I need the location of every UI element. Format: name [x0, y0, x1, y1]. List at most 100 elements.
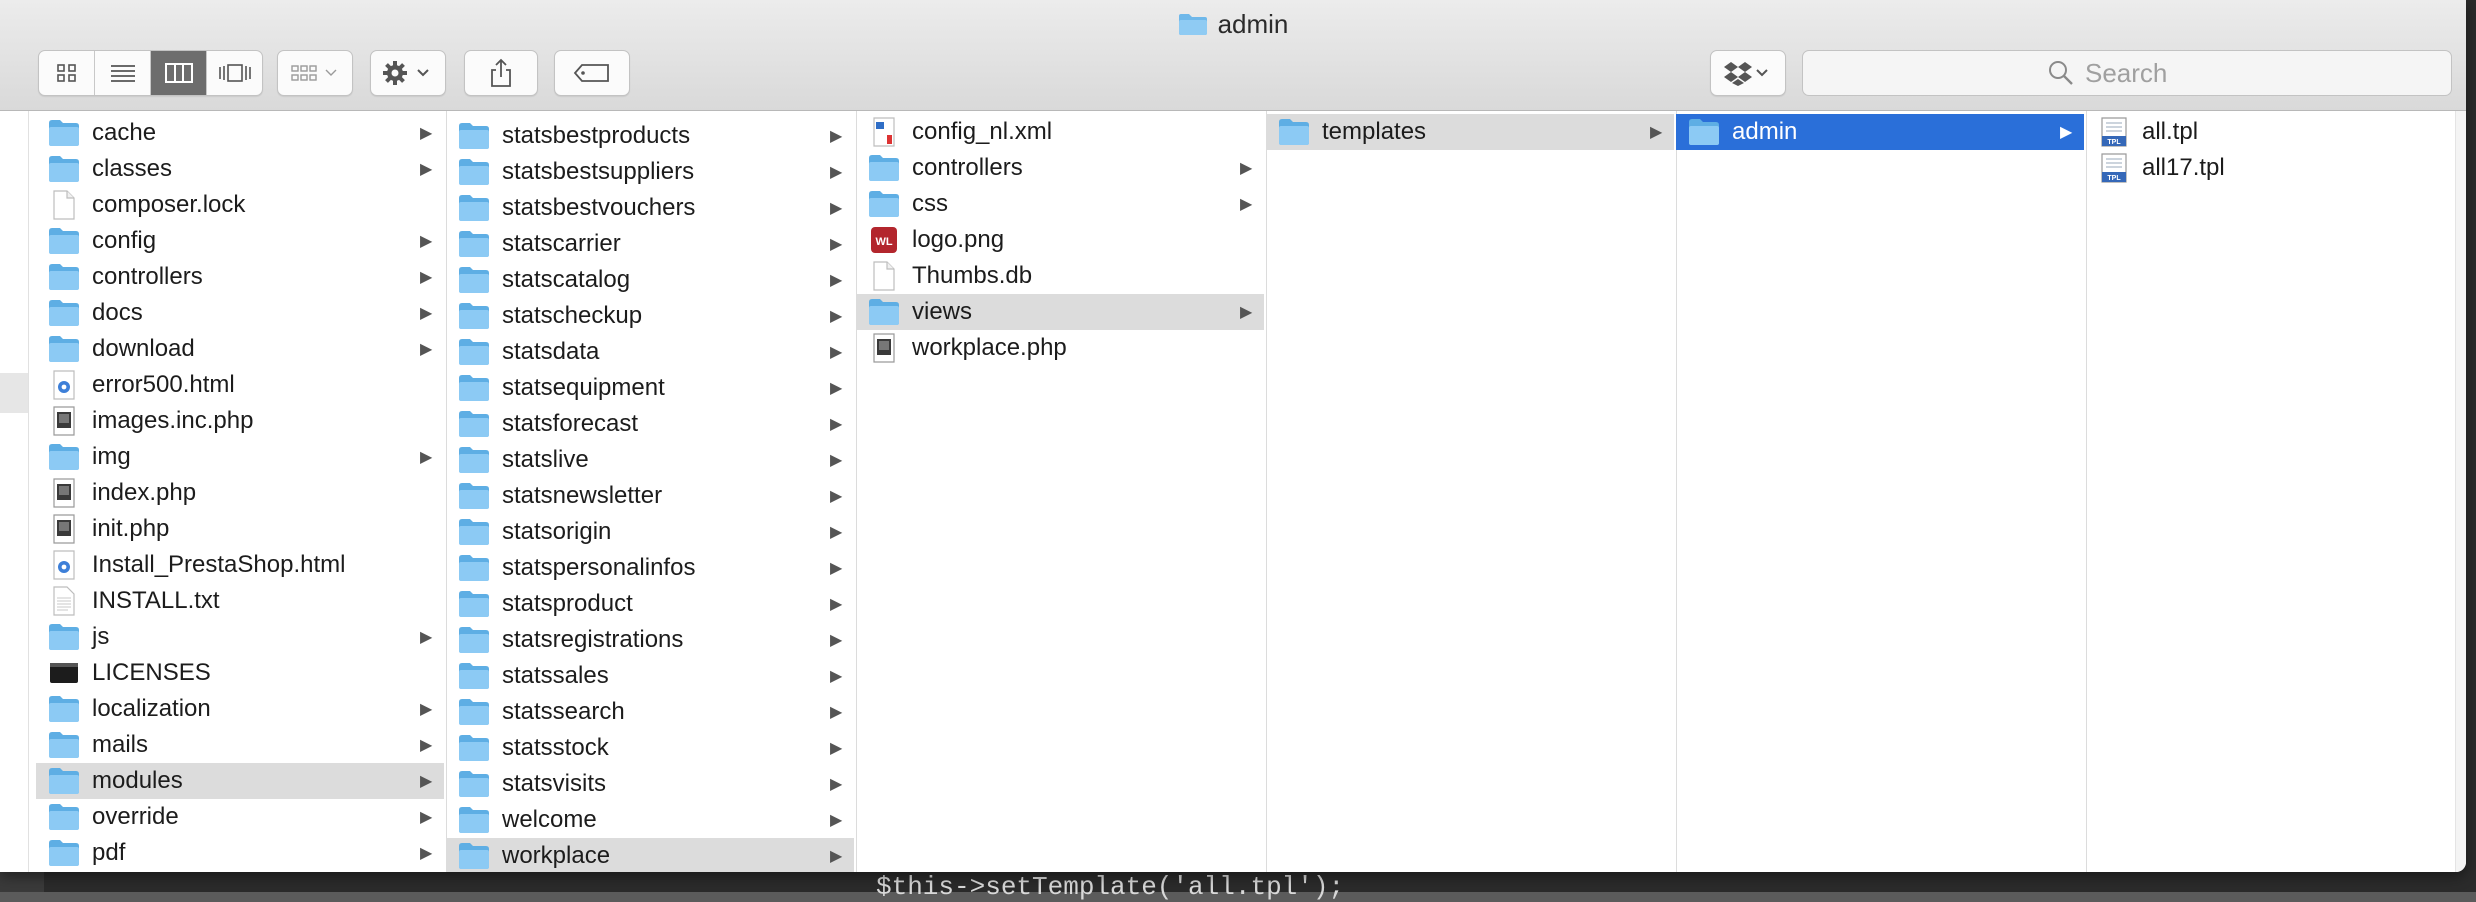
file-item-statsforecast[interactable]: statsforecast ▶	[446, 406, 854, 442]
file-item-localization[interactable]: localization ▶	[36, 691, 444, 727]
file-item-label: LICENSES	[92, 659, 211, 686]
file-item-statsbestsuppliers[interactable]: statsbestsuppliers ▶	[446, 154, 854, 190]
file-item-label: error500.html	[92, 371, 235, 398]
disclosure-arrow-icon: ▶	[2060, 124, 2073, 141]
file-item-error500-html[interactable]: error500.html	[36, 367, 444, 403]
file-item-label: classes	[92, 155, 173, 182]
file-item-controllers[interactable]: controllers ▶	[36, 259, 444, 295]
file-item-statsdata[interactable]: statsdata ▶	[446, 334, 854, 370]
file-item-label: pdf	[92, 839, 126, 866]
group-by-button[interactable]	[277, 50, 353, 96]
file-item-label: statsdata	[502, 338, 600, 365]
folder-icon	[48, 694, 80, 724]
browser-column-3[interactable]: config_nl.xml controllers ▶ css ▶ logo.png Thu…	[856, 111, 1267, 872]
folder-icon	[458, 661, 490, 691]
tpl-file-icon	[2098, 117, 2130, 147]
file-item-templates[interactable]: templates ▶	[1266, 114, 1674, 150]
file-item-cache[interactable]: cache ▶	[36, 115, 444, 151]
file-item-all17-tpl[interactable]: all17.tpl	[2086, 150, 2454, 186]
disclosure-arrow-icon: ▶	[420, 125, 433, 142]
file-item-statssales[interactable]: statssales ▶	[446, 658, 854, 694]
file-item-statsorigin[interactable]: statsorigin ▶	[446, 514, 854, 550]
file-item-statsregistrations[interactable]: statsregistrations ▶	[446, 622, 854, 658]
cover-flow-button[interactable]	[207, 51, 262, 95]
search-field[interactable]	[1802, 50, 2452, 96]
file-item-composer-lock[interactable]: composer.lock	[36, 187, 444, 223]
file-item-mails[interactable]: mails ▶	[36, 727, 444, 763]
share-button[interactable]	[464, 50, 538, 96]
file-item-statscheckup[interactable]: statscheckup ▶	[446, 298, 854, 334]
scroll-strip-marker	[0, 373, 28, 413]
file-item-label: INSTALL.txt	[92, 587, 220, 614]
disclosure-arrow-icon: ▶	[830, 272, 843, 289]
html-file-icon	[48, 370, 80, 400]
file-item-statssearch[interactable]: statssearch ▶	[446, 694, 854, 730]
file-item-statsvisits[interactable]: statsvisits ▶	[446, 766, 854, 802]
file-item-css[interactable]: css ▶	[856, 186, 1264, 222]
dropbox-button[interactable]	[1710, 50, 1786, 96]
file-item-label: cache	[92, 119, 157, 146]
icon-view-button[interactable]	[39, 51, 95, 95]
file-item-label: localization	[92, 695, 211, 722]
list-view-button[interactable]	[95, 51, 151, 95]
folder-icon	[458, 193, 490, 223]
file-item-statslive[interactable]: statslive ▶	[446, 442, 854, 478]
file-item-classes[interactable]: classes ▶	[36, 151, 444, 187]
folder-icon	[48, 334, 80, 364]
file-item-statsequipment[interactable]: statsequipment ▶	[446, 370, 854, 406]
folder-icon	[458, 373, 490, 403]
file-item-controllers[interactable]: controllers ▶	[856, 150, 1264, 186]
file-item-licenses[interactable]: LICENSES	[36, 655, 444, 691]
file-item-label: all17.tpl	[2142, 154, 2225, 181]
file-item-config-nl-xml[interactable]: config_nl.xml	[856, 114, 1264, 150]
column-view-button[interactable]	[151, 51, 207, 95]
browser-column-4[interactable]: templates ▶	[1266, 111, 1677, 872]
file-item-statscarrier[interactable]: statscarrier ▶	[446, 226, 854, 262]
file-item-statsnewsletter[interactable]: statsnewsletter ▶	[446, 478, 854, 514]
browser-column-1[interactable]: cache ▶ classes ▶ composer.lock config ▶ contro…	[36, 111, 447, 872]
file-item-js[interactable]: js ▶	[36, 619, 444, 655]
file-item-label: config_nl.xml	[912, 118, 1053, 145]
file-item-workplace[interactable]: workplace ▶	[446, 838, 854, 872]
browser-column-6[interactable]: all.tpl all17.tpl	[2086, 111, 2457, 872]
file-item-install-txt[interactable]: INSTALL.txt	[36, 583, 444, 619]
html-file-icon	[48, 550, 80, 580]
browser-column-2[interactable]: statsbestproducts ▶ statsbestsuppliers ▶ sta…	[446, 111, 857, 872]
file-item-install-prestashop-html[interactable]: Install_PrestaShop.html	[36, 547, 444, 583]
file-item-statsbestproducts[interactable]: statsbestproducts ▶	[446, 118, 854, 154]
file-item-statsbestvouchers[interactable]: statsbestvouchers ▶	[446, 190, 854, 226]
disclosure-arrow-icon: ▶	[830, 632, 843, 649]
file-item-index-php[interactable]: index.php	[36, 475, 444, 511]
file-item-statsstock[interactable]: statsstock ▶	[446, 730, 854, 766]
folder-icon	[48, 802, 80, 832]
file-item-thumbs-db[interactable]: Thumbs.db	[856, 258, 1264, 294]
file-item-pdf[interactable]: pdf ▶	[36, 835, 444, 871]
file-item-images-inc-php[interactable]: images.inc.php	[36, 403, 444, 439]
file-item-config[interactable]: config ▶	[36, 223, 444, 259]
file-item-docs[interactable]: docs ▶	[36, 295, 444, 331]
file-item-statspersonalinfos[interactable]: statspersonalinfos ▶	[446, 550, 854, 586]
file-item-welcome[interactable]: welcome ▶	[446, 802, 854, 838]
file-item-all-tpl[interactable]: all.tpl	[2086, 114, 2454, 150]
search-input[interactable]	[2083, 56, 2207, 90]
file-item-logo-png[interactable]: logo.png	[856, 222, 1264, 258]
file-item-statscatalog[interactable]: statscatalog ▶	[446, 262, 854, 298]
action-menu-button[interactable]	[370, 50, 446, 96]
file-item-admin[interactable]: admin ▶	[1676, 114, 2084, 150]
file-item-views[interactable]: views ▶	[856, 294, 1264, 330]
file-item-label: statsbestsuppliers	[502, 158, 695, 185]
file-item-download[interactable]: download ▶	[36, 331, 444, 367]
file-item-init-php[interactable]: init.php	[36, 511, 444, 547]
file-item-img[interactable]: img ▶	[36, 439, 444, 475]
php-file-icon	[48, 478, 80, 508]
vertical-scrollbar[interactable]	[2455, 111, 2466, 872]
folder-icon	[48, 622, 80, 652]
folder-icon	[458, 445, 490, 475]
disclosure-arrow-icon: ▶	[830, 452, 843, 469]
file-item-statsproduct[interactable]: statsproduct ▶	[446, 586, 854, 622]
file-item-workplace-php[interactable]: workplace.php	[856, 330, 1264, 366]
edit-tags-button[interactable]	[554, 50, 630, 96]
file-item-override[interactable]: override ▶	[36, 799, 444, 835]
file-item-modules[interactable]: modules ▶	[36, 763, 444, 799]
browser-column-5[interactable]: admin ▶	[1676, 111, 2087, 872]
